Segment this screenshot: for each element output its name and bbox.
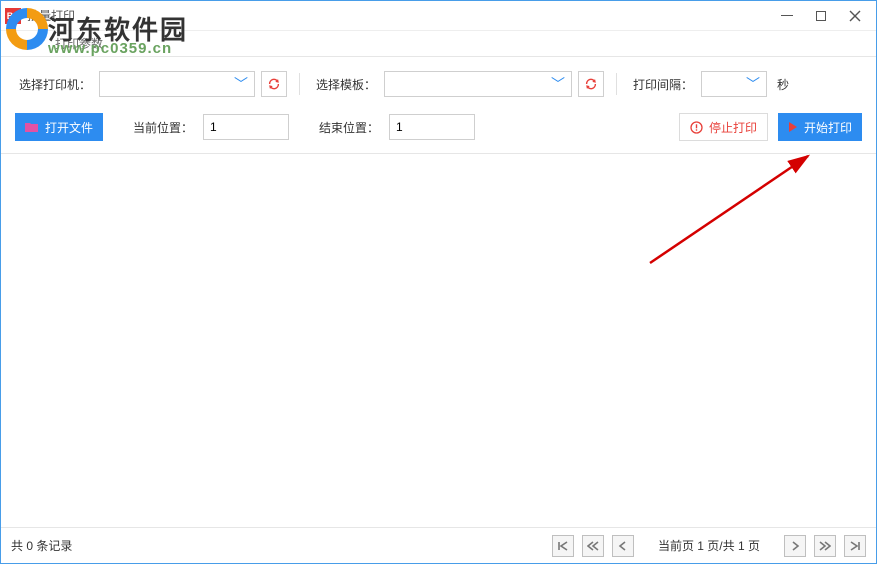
chevron-down-icon: ﹀	[551, 74, 565, 94]
stop-icon	[690, 121, 703, 134]
page-prev-button[interactable]	[612, 535, 634, 557]
interval-label: 打印间隔：	[633, 76, 693, 93]
end-pos-label: 结束位置：	[319, 119, 379, 136]
actions-row: 打开文件 当前位置： 结束位置： 停止打印 开始打印	[1, 107, 876, 154]
stop-print-button[interactable]: 停止打印	[679, 113, 768, 141]
content-area	[1, 154, 876, 527]
printer-label: 选择打印机：	[19, 76, 91, 93]
close-button[interactable]	[838, 1, 872, 31]
next-icon	[789, 540, 801, 552]
refresh-icon	[267, 77, 281, 91]
page-text: 当前页 1 页/共 1 页	[658, 537, 760, 554]
record-count-text: 共 0 条记录	[11, 537, 72, 554]
maximize-button[interactable]	[804, 1, 838, 31]
window-title: 批量打印	[27, 7, 75, 24]
chevron-down-icon: ﹀	[234, 74, 248, 94]
template-label: 选择模板：	[316, 76, 376, 93]
prev-icon	[617, 540, 629, 552]
params-row: 选择打印机： ﹀ 选择模板： ﹀ 打印间隔： ﹀	[1, 57, 876, 107]
last-icon	[849, 540, 861, 552]
page-next-fast-button[interactable]	[814, 535, 836, 557]
open-file-button[interactable]: 打开文件	[15, 113, 103, 141]
status-bar: 共 0 条记录 当前页 1 页/共 1 页	[1, 527, 876, 563]
window: BS 批量打印 打印参数 选择打印机： ﹀ 选择模板：	[0, 0, 877, 564]
stop-print-label: 停止打印	[709, 119, 757, 136]
first-icon	[557, 540, 569, 552]
refresh-icon	[584, 77, 598, 91]
start-print-label: 开始打印	[804, 119, 852, 136]
play-icon	[788, 121, 798, 133]
start-print-button[interactable]: 开始打印	[778, 113, 862, 141]
page-first-button[interactable]	[552, 535, 574, 557]
page-next-button[interactable]	[784, 535, 806, 557]
minimize-button[interactable]	[770, 1, 804, 31]
current-pos-label: 当前位置：	[133, 119, 193, 136]
app-icon: BS	[5, 8, 21, 24]
folder-icon	[25, 121, 39, 133]
next-fast-icon	[819, 540, 831, 552]
close-icon	[849, 10, 861, 22]
page-prev-fast-button[interactable]	[582, 535, 604, 557]
prev-fast-icon	[587, 540, 599, 552]
interval-unit: 秒	[777, 76, 789, 93]
section-label: 打印参数	[55, 35, 103, 52]
current-pos-input[interactable]	[203, 114, 289, 140]
titlebar: BS 批量打印	[1, 1, 876, 31]
page-last-button[interactable]	[844, 535, 866, 557]
section-header: 打印参数	[1, 31, 876, 57]
chevron-down-icon: ﹀	[746, 74, 760, 94]
open-file-label: 打开文件	[45, 119, 93, 136]
template-select[interactable]: ﹀	[384, 71, 572, 97]
template-refresh-button[interactable]	[578, 71, 604, 97]
interval-select[interactable]: ﹀	[701, 71, 767, 97]
end-pos-input[interactable]	[389, 114, 475, 140]
printer-select[interactable]: ﹀	[99, 71, 255, 97]
printer-refresh-button[interactable]	[261, 71, 287, 97]
